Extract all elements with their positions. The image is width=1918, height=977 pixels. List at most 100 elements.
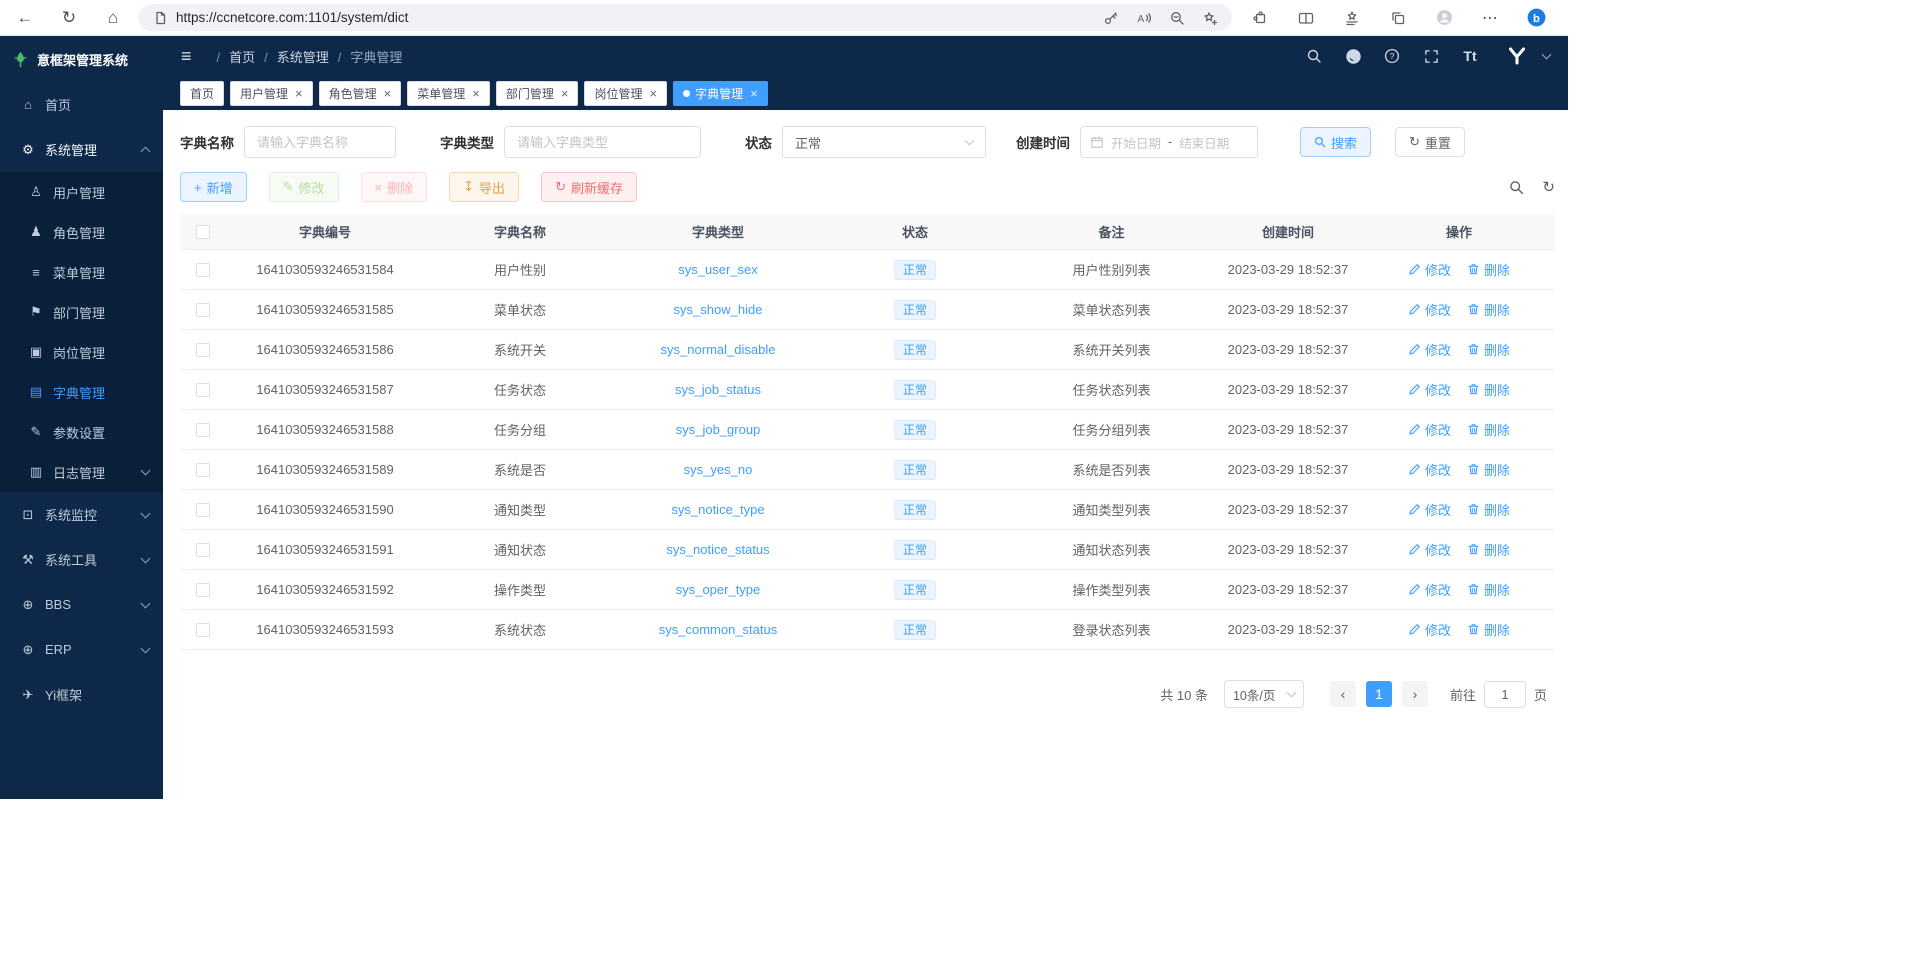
refresh-button[interactable]: ↻ [52,3,86,33]
row-checkbox[interactable] [196,543,210,557]
sidebar-item[interactable]: ✈ Yi框架 [0,672,163,717]
dict-type-link[interactable]: sys_notice_status [666,542,769,557]
page-size-select[interactable]: 10条/页 [1224,680,1304,708]
github-icon[interactable] [1340,43,1366,69]
zoom-icon[interactable] [1169,10,1185,26]
search-icon[interactable] [1301,43,1327,69]
row-delete-link[interactable]: 删除 [1467,620,1510,639]
sidebar-item[interactable]: ♙ 用户管理 [0,172,163,212]
row-edit-link[interactable]: 修改 [1408,260,1451,279]
status-select[interactable]: 正常 [782,126,986,158]
tab-close-icon[interactable]: × [472,87,480,100]
row-delete-link[interactable]: 删除 [1467,580,1510,599]
toolbar-button[interactable]: + 新增 [180,172,247,202]
tab[interactable]: 首页 × [180,81,224,106]
sidebar-item[interactable]: ⚙ 系统管理 [0,127,163,172]
row-checkbox[interactable] [196,463,210,477]
row-checkbox[interactable] [196,263,210,277]
row-delete-link[interactable]: 删除 [1467,300,1510,319]
toolbar-button[interactable]: ↻ 刷新缓存 [541,172,637,202]
dict-type-link[interactable]: sys_show_hide [674,302,763,317]
row-edit-link[interactable]: 修改 [1408,300,1451,319]
tab-close-icon[interactable]: × [384,87,392,100]
dict-type-input[interactable] [504,126,701,158]
dict-type-link[interactable]: sys_job_group [676,422,761,437]
toolbar-button[interactable]: × 删除 [361,172,428,202]
row-delete-link[interactable]: 删除 [1467,460,1510,479]
sidebar-item[interactable]: ⊕ BBS [0,582,163,627]
tab[interactable]: 部门管理 × [496,81,579,106]
row-edit-link[interactable]: 修改 [1408,620,1451,639]
app-logo[interactable]: 意框架管理系统 [0,36,163,82]
date-range-picker[interactable]: 开始日期 - 结束日期 [1080,126,1258,158]
dict-type-link[interactable]: sys_job_status [675,382,761,397]
row-checkbox[interactable] [196,303,210,317]
address-bar[interactable]: https://ccnetcore.com:1101/system/dict A [138,4,1232,31]
row-edit-link[interactable]: 修改 [1408,380,1451,399]
yi-logo[interactable] [1504,43,1530,69]
row-checkbox[interactable] [196,583,210,597]
sidebar-toggle-icon[interactable]: ≡ [181,46,192,67]
breadcrumb-item[interactable]: 字典管理 [329,47,403,66]
breadcrumb-item[interactable]: 系统管理 [255,47,329,66]
select-all-checkbox[interactable] [196,225,210,239]
tab-close-icon[interactable]: × [561,87,569,100]
row-edit-link[interactable]: 修改 [1408,540,1451,559]
sidebar-item[interactable]: ✎ 参数设置 [0,412,163,452]
dict-type-link[interactable]: sys_normal_disable [661,342,776,357]
toolbar-button[interactable]: ✎ 修改 [269,172,339,202]
row-checkbox[interactable] [196,383,210,397]
tab[interactable]: 岗位管理 × [584,81,667,106]
reset-button[interactable]: ↻ 重置 [1395,127,1465,157]
sidebar-item[interactable]: ⚑ 部门管理 [0,292,163,332]
page-number-button[interactable]: 1 [1366,681,1392,707]
sidebar-item[interactable]: ⌂ 首页 [0,82,163,127]
row-edit-link[interactable]: 修改 [1408,580,1451,599]
extensions-icon[interactable] [1244,3,1276,33]
tab[interactable]: 字典管理 × [673,81,768,106]
dict-type-link[interactable]: sys_common_status [659,622,778,637]
dict-type-link[interactable]: sys_user_sex [678,262,757,277]
row-edit-link[interactable]: 修改 [1408,460,1451,479]
row-delete-link[interactable]: 删除 [1467,260,1510,279]
row-edit-link[interactable]: 修改 [1408,500,1451,519]
favorites-icon[interactable] [1336,3,1368,33]
row-edit-link[interactable]: 修改 [1408,420,1451,439]
refresh-table-icon-button[interactable]: ↻ [1542,178,1555,196]
copilot-icon[interactable]: b [1520,3,1552,33]
split-screen-icon[interactable] [1290,3,1322,33]
back-button[interactable]: ← [8,3,42,33]
row-delete-link[interactable]: 删除 [1467,340,1510,359]
help-icon[interactable]: ? [1379,43,1405,69]
sidebar-item[interactable]: ▣ 岗位管理 [0,332,163,372]
sidebar-item[interactable]: ⚒ 系统工具 [0,537,163,582]
sidebar-item[interactable]: ▥ 日志管理 [0,452,163,492]
tab-close-icon[interactable]: × [295,87,303,100]
dict-type-link[interactable]: sys_notice_type [671,502,764,517]
font-size-icon[interactable]: Tt [1457,43,1483,69]
sidebar-item[interactable]: ≡ 菜单管理 [0,252,163,292]
prev-page-button[interactable]: ‹ [1330,681,1356,707]
add-favorite-icon[interactable] [1202,10,1218,26]
toolbar-button[interactable]: ↧ 导出 [449,172,519,202]
more-options-button[interactable]: ⋯ [1474,3,1506,33]
sidebar-item[interactable]: ▤ 字典管理 [0,372,163,412]
password-key-icon[interactable] [1103,10,1119,26]
sidebar-item[interactable]: ♟ 角色管理 [0,212,163,252]
goto-page-input[interactable] [1484,681,1526,708]
search-button[interactable]: 搜索 [1300,127,1371,157]
collections-icon[interactable] [1382,3,1414,33]
row-checkbox[interactable] [196,503,210,517]
show-search-icon-button[interactable] [1509,180,1524,195]
row-delete-link[interactable]: 删除 [1467,500,1510,519]
fullscreen-icon[interactable] [1418,43,1444,69]
row-checkbox[interactable] [196,623,210,637]
row-delete-link[interactable]: 删除 [1467,540,1510,559]
row-delete-link[interactable]: 删除 [1467,420,1510,439]
row-checkbox[interactable] [196,423,210,437]
user-menu-caret-icon[interactable] [1542,50,1552,60]
sidebar-item[interactable]: ⊕ ERP [0,627,163,672]
sidebar-item[interactable]: ⊡ 系统监控 [0,492,163,537]
next-page-button[interactable]: › [1402,681,1428,707]
home-button[interactable]: ⌂ [96,3,130,33]
